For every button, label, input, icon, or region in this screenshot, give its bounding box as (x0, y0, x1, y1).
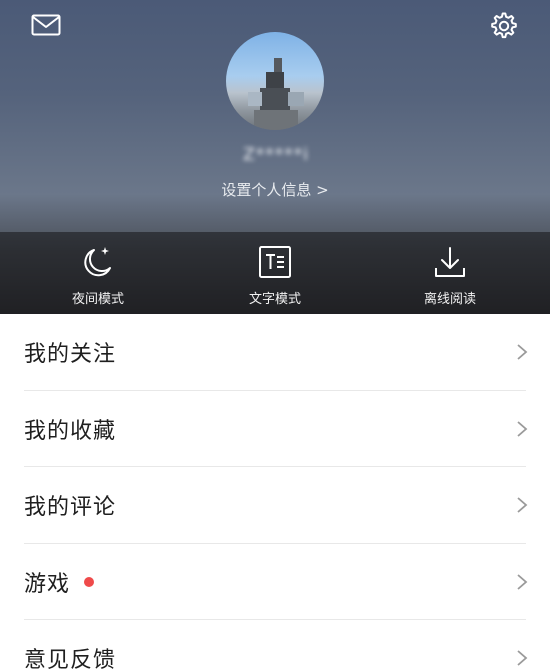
moon-icon (84, 247, 111, 277)
menu-item-label: 意见反馈 (24, 648, 117, 672)
mail-icon (31, 14, 61, 36)
menu-item-feedback[interactable]: 意见反馈 (0, 620, 550, 672)
menu-item-label: 我的评论 (24, 495, 117, 521)
username: Z*****i (243, 145, 309, 165)
mail-button[interactable] (26, 8, 66, 42)
menu-item-comments[interactable]: 我的评论 (0, 467, 550, 544)
offline-read-button[interactable]: 离线阅读 (380, 238, 520, 310)
menu-item-label: 我的收藏 (24, 418, 117, 444)
text-mode-icon (259, 246, 291, 278)
settings-button[interactable] (484, 6, 524, 46)
night-mode-label: 夜间模式 (71, 292, 124, 307)
avatar[interactable] (226, 32, 324, 130)
chevron-right-icon (517, 344, 528, 360)
edit-profile-link[interactable]: 设置个人信息 > (175, 178, 375, 202)
download-icon (435, 247, 465, 277)
chevron-right-icon (517, 421, 528, 437)
offline-read-label: 离线阅读 (423, 292, 476, 307)
chevron-right-icon (517, 574, 528, 590)
text-mode-button[interactable]: 文字模式 (205, 238, 345, 310)
night-mode-button[interactable]: 夜间模式 (28, 238, 168, 310)
chevron-right-icon (517, 497, 528, 513)
menu-item-label: 我的关注 (24, 342, 117, 368)
text-mode-label: 文字模式 (248, 292, 301, 307)
notification-dot (84, 576, 95, 587)
menu-item-follows[interactable]: 我的关注 (0, 314, 550, 391)
profile-header: Z*****i 设置个人信息 > 夜间模式 文字模式 离线阅读 (0, 0, 550, 314)
gear-icon (491, 12, 517, 39)
menu-item-label: 游戏 (24, 571, 71, 597)
menu-list: 我的关注 我的收藏 我的评论 游戏 意见反馈 (0, 314, 550, 672)
menu-item-games[interactable]: 游戏 (0, 544, 550, 620)
menu-item-favorites[interactable]: 我的收藏 (0, 391, 550, 467)
chevron-right-icon (517, 650, 528, 666)
